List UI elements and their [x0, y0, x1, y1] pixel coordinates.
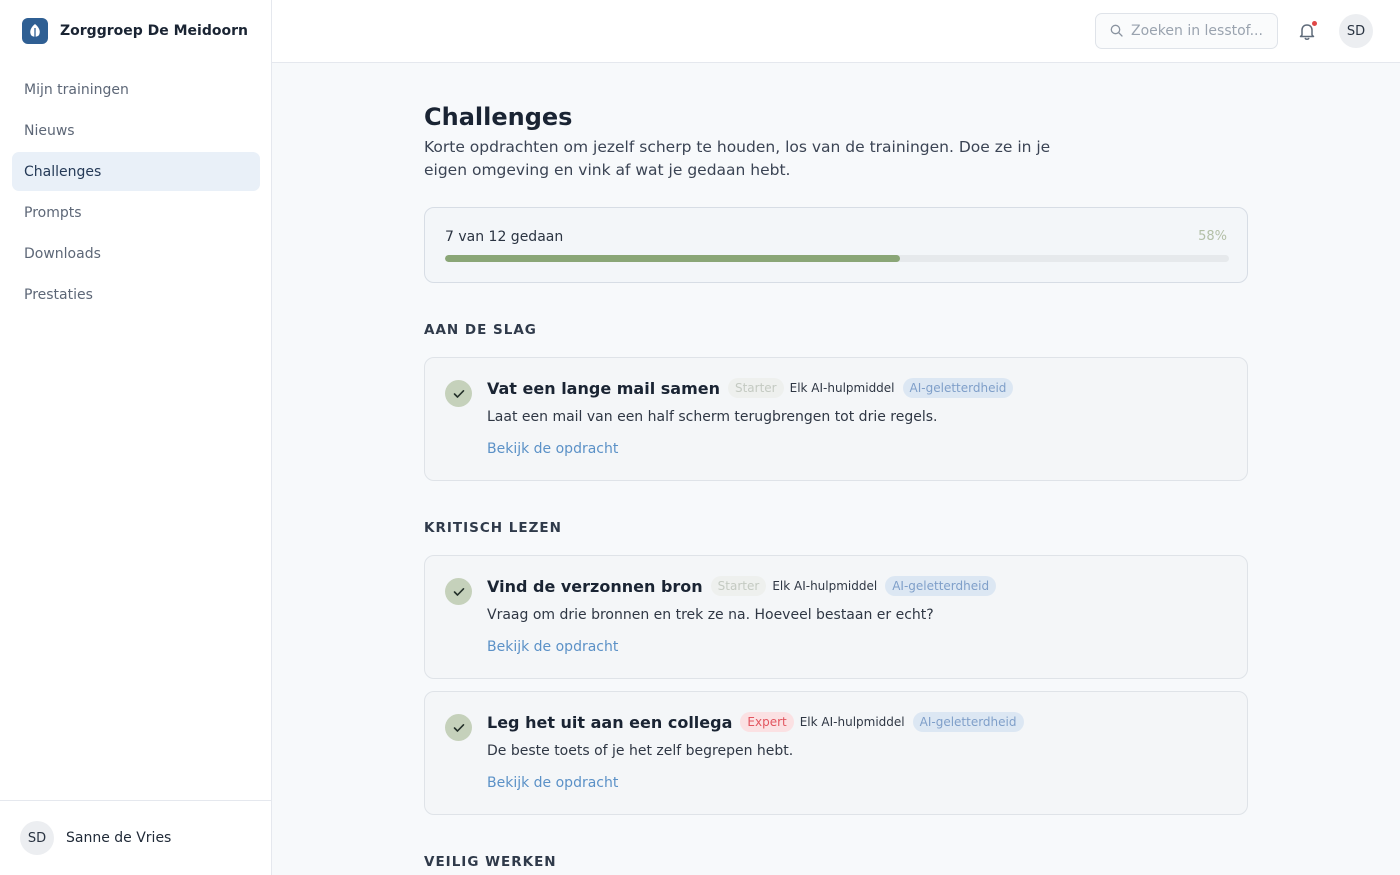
sidebar: Zorggroep De Meidoorn Mijn trainingen Ni… [0, 0, 272, 875]
topic-badge: AI-geletterdheid [912, 712, 1024, 732]
sidebar-item-downloads[interactable]: Downloads [12, 234, 260, 273]
view-challenge-link[interactable]: Bekijk de opdracht [487, 441, 618, 457]
sidebar-item-challenges[interactable]: Challenges [12, 152, 260, 191]
sidebar-item-nieuws[interactable]: Nieuws [12, 111, 260, 150]
page-title: Challenges [424, 103, 573, 131]
sidebar-nav: Mijn trainingen Nieuws Challenges Prompt… [12, 70, 260, 316]
challenge-title: Vind de verzonnen bron [487, 576, 703, 596]
challenge-card: Vat een lange mail samen Starter Elk AI-… [424, 357, 1248, 481]
progress-label: 7 van 12 gedaan [445, 229, 564, 245]
progress-percent: 58% [1198, 229, 1227, 244]
tool-label: Elk AI-hulpmiddel [789, 381, 895, 395]
view-challenge-link[interactable]: Bekijk de opdracht [487, 639, 618, 655]
tool-label: Elk AI-hulpmiddel [772, 579, 878, 593]
search-input[interactable] [1131, 23, 1271, 39]
challenge-description: De beste toets of je het zelf begrepen h… [487, 743, 794, 759]
leaf-icon [22, 18, 48, 44]
user-name: Sanne de Vries [66, 830, 172, 846]
challenge-card: Leg het uit aan een collega Expert Elk A… [424, 691, 1248, 815]
level-badge: Starter [727, 378, 784, 398]
bell-icon[interactable] [1296, 20, 1318, 42]
avatar: SD [20, 821, 54, 855]
search-icon [1110, 22, 1123, 41]
challenge-header: Leg het uit aan een collega Expert Elk A… [487, 712, 1030, 732]
topbar: SD [272, 0, 1400, 63]
challenge-header: Vat een lange mail samen Starter Elk AI-… [487, 378, 1019, 398]
check-icon[interactable] [445, 380, 472, 407]
sidebar-user[interactable]: SD Sanne de Vries [0, 800, 271, 875]
view-challenge-link[interactable]: Bekijk de opdracht [487, 775, 618, 791]
sidebar-item-prestaties[interactable]: Prestaties [12, 275, 260, 314]
tool-label: Elk AI-hulpmiddel [799, 715, 905, 729]
progress-bar [445, 255, 1229, 262]
user-avatar[interactable]: SD [1339, 14, 1373, 48]
challenge-card: Vind de verzonnen bron Starter Elk AI-hu… [424, 555, 1248, 679]
brand-name: Zorggroep De Meidoorn [60, 23, 248, 39]
challenge-title: Vat een lange mail samen [487, 378, 720, 398]
page-description: Korte opdrachten om jezelf scherp te hou… [424, 138, 1051, 179]
topic-badge: AI-geletterdheid [885, 576, 997, 596]
progress-card: 7 van 12 gedaan 58% [424, 207, 1248, 283]
section-heading-veilig-werken: VEILIG WERKEN [424, 854, 557, 870]
progress-fill [445, 255, 900, 262]
search-box[interactable] [1095, 13, 1278, 49]
level-badge: Starter [710, 576, 767, 596]
section-heading-kritisch-lezen: KRITISCH LEZEN [424, 520, 562, 536]
check-icon[interactable] [445, 714, 472, 741]
brand[interactable]: Zorggroep De Meidoorn [22, 18, 248, 44]
level-badge: Expert [740, 712, 794, 732]
sidebar-item-prompts[interactable]: Prompts [12, 193, 260, 232]
check-icon[interactable] [445, 578, 472, 605]
sidebar-item-mijn-trainingen[interactable]: Mijn trainingen [12, 70, 260, 109]
section-heading-aan-de-slag: AAN DE SLAG [424, 322, 537, 338]
challenge-description: Vraag om drie bronnen en trek ze na. Hoe… [487, 607, 934, 623]
notification-dot [1312, 21, 1317, 26]
topic-badge: AI-geletterdheid [902, 378, 1014, 398]
challenge-header: Vind de verzonnen bron Starter Elk AI-hu… [487, 576, 1002, 596]
challenge-description: Laat een mail van een half scherm terugb… [487, 409, 938, 425]
challenge-title: Leg het uit aan een collega [487, 712, 733, 732]
